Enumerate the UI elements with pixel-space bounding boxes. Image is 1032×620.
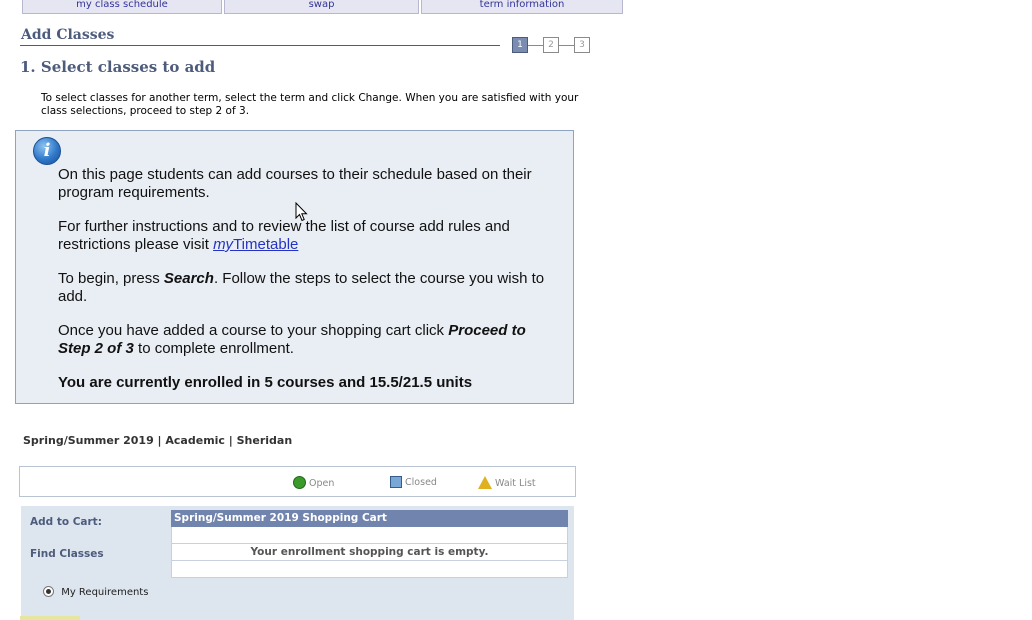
my-requirements-radio[interactable] [43, 586, 54, 597]
tab-swap[interactable]: swap [224, 0, 419, 14]
my-requirements-label: My Requirements [61, 587, 149, 598]
step-connector [528, 45, 543, 46]
tab-my-class-schedule[interactable]: my class schedule [22, 0, 222, 14]
my-requirements-option[interactable]: My Requirements [43, 586, 148, 598]
page-title: Add Classes [21, 27, 115, 43]
partial-button [20, 616, 80, 620]
info-box: i On this page students can add courses … [15, 130, 574, 404]
shopping-cart-table: Spring/Summer 2019 Shopping Cart Your en… [171, 510, 568, 578]
mytimetable-link[interactable]: myTimetable [213, 236, 298, 253]
term-label: Spring/Summer 2019 | Academic | Sheridan [23, 434, 293, 447]
info-paragraph-1: On this page students can add courses to… [58, 166, 532, 201]
heading-divider [20, 45, 500, 46]
link-text-my: my [213, 236, 234, 253]
status-legend: Open Closed Wait List [19, 466, 576, 497]
info-paragraph-4: Once you have added a course to your sho… [58, 322, 558, 358]
cart-empty-message: Your enrollment shopping cart is empty. [171, 544, 568, 561]
mouse-cursor-icon [295, 202, 308, 222]
legend-wait-list-label: Wait List [495, 478, 536, 489]
open-status-icon [293, 476, 306, 489]
legend-closed-label: Closed [405, 477, 437, 488]
shopping-cart-header: Spring/Summer 2019 Shopping Cart [171, 510, 568, 527]
info-paragraph-2: For further instructions and to review t… [58, 218, 558, 254]
info-text: to complete enrollment. [133, 340, 294, 357]
wait-list-status-icon [478, 476, 492, 489]
add-to-cart-label: Add to Cart: [30, 516, 102, 528]
section-title: 1. Select classes to add [20, 58, 216, 76]
info-paragraph-3: To begin, press Search. Follow the steps… [58, 270, 558, 306]
table-row [171, 527, 568, 544]
legend-open-label: Open [309, 478, 335, 489]
enrollment-summary: You are currently enrolled in 5 courses … [58, 374, 473, 391]
link-text-timetable: Timetable [233, 236, 299, 253]
step-1: 1 [512, 37, 528, 53]
step-2: 2 [543, 37, 559, 53]
legend-open: Open [293, 476, 334, 489]
info-emphasis: Search [163, 270, 214, 287]
add-to-cart-panel: Add to Cart: Find Classes My Requirement… [21, 506, 574, 620]
info-icon: i [33, 137, 61, 165]
legend-closed: Closed [390, 476, 437, 488]
closed-status-icon [390, 476, 402, 488]
intro-text: To select classes for another term, sele… [41, 92, 579, 117]
find-classes-label: Find Classes [30, 548, 104, 560]
step-3: 3 [574, 37, 590, 53]
tab-term-information[interactable]: term information [421, 0, 623, 14]
info-text: Once you have added a course to your sho… [58, 322, 449, 339]
table-row [171, 561, 568, 578]
step-indicator: 1 2 3 [512, 37, 594, 54]
step-connector [559, 45, 574, 46]
legend-wait-list: Wait List [478, 476, 536, 489]
info-text: To begin, press [58, 270, 164, 287]
